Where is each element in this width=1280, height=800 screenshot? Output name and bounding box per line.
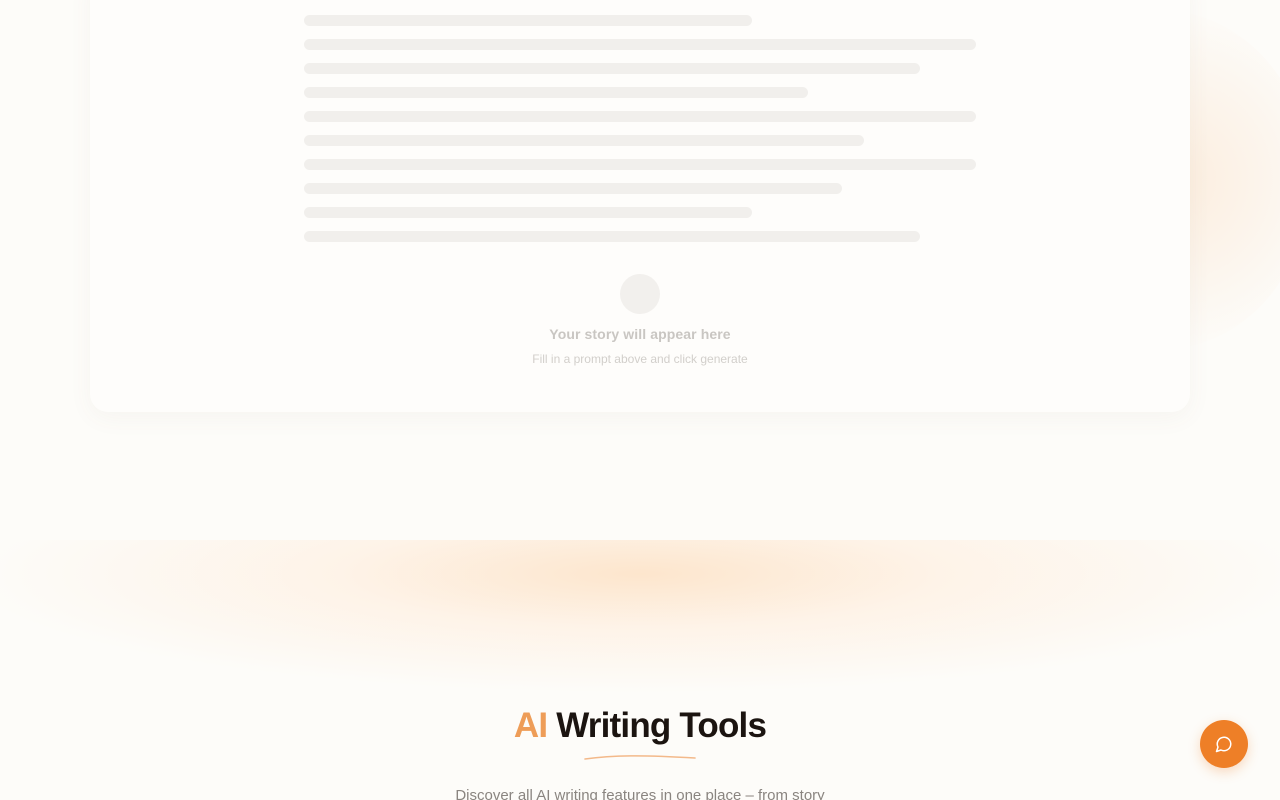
page: Your story will appear here Fill in a pr… [0,0,1280,800]
skeleton-line [304,159,976,170]
chat-button[interactable] [1200,720,1248,768]
skeleton-line [304,183,842,194]
empty-state: Your story will appear here Fill in a pr… [440,274,840,366]
skeleton-line [304,135,864,146]
empty-state-title: Your story will appear here [549,326,731,342]
decorative-glow [0,540,1280,710]
section-title-main: Writing Tools [556,706,767,745]
skeleton-line [304,39,976,50]
skeleton-line [304,87,808,98]
skeleton-line [304,111,976,122]
skeleton-line [304,207,752,218]
skeleton-line [304,63,920,74]
empty-state-subtitle: Fill in a prompt above and click generat… [532,352,748,366]
chat-bubble-icon [1215,736,1232,753]
placeholder-icon [620,274,660,314]
skeleton-line [304,15,752,26]
skeleton-line [304,231,920,242]
section-title: AI Writing Tools [0,702,1280,750]
title-underline [584,755,696,760]
section-description: Discover all AI writing features in one … [455,787,825,800]
section-title-accent: AI [513,706,548,745]
